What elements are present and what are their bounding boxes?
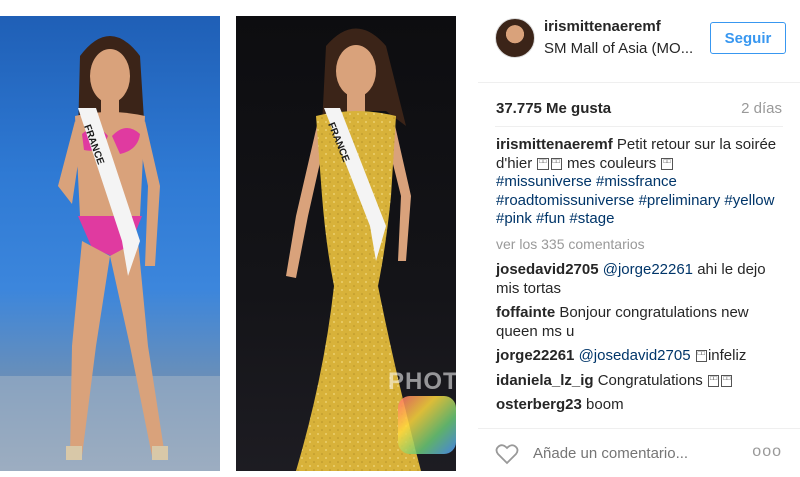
more-options-icon[interactable]: ooo (752, 443, 782, 461)
comments-list: irismittenaeremf Petit retour sur la soi… (496, 136, 786, 421)
add-comment-input[interactable] (531, 444, 725, 463)
post-username[interactable]: irismittenaeremf (544, 18, 661, 35)
post-image[interactable]: FRANCE FRANCE PHOT (0, 0, 466, 476)
photo-gown: FRANCE PHOTO (236, 16, 456, 471)
emoji-icon: □□ (661, 157, 673, 170)
caption: irismittenaeremf Petit retour sur la soi… (496, 136, 786, 229)
caption-hashtags[interactable]: #missuniverse #missfrance #roadtomissuni… (496, 173, 774, 227)
comment-text: Congratulations (593, 371, 707, 389)
likes-count[interactable]: 37.775 Me gusta (496, 100, 611, 117)
list-item: josedavid2705 @jorge22261 ahi le dejo mi… (496, 261, 786, 298)
comment-username[interactable]: osterberg23 (496, 396, 582, 413)
heart-icon[interactable] (495, 443, 519, 465)
avatar[interactable] (495, 18, 535, 58)
watermark-text: PHOTO (388, 368, 456, 395)
comment-username[interactable]: foffainte (496, 304, 555, 321)
emoji-icon: □□ (707, 374, 720, 387)
comment-text: infeliz (707, 347, 747, 364)
comment-bar: ooo (478, 428, 800, 477)
comment-mention[interactable]: @josedavid2705 (579, 347, 691, 364)
view-all-comments[interactable]: ver los 335 comentarios (496, 235, 786, 254)
caption-username[interactable]: irismittenaeremf (496, 136, 613, 153)
follow-button[interactable]: Seguir (710, 22, 786, 54)
comment-username[interactable]: jorge22261 (496, 347, 574, 364)
list-item: foffainte Bonjour congratulations new qu… (496, 304, 786, 341)
watermark-logo (398, 396, 456, 454)
emoji-icon: □□ (695, 350, 707, 363)
comment-username[interactable]: idaniela_lz_ig (496, 372, 594, 389)
comment-mention[interactable]: @jorge22261 (603, 261, 693, 278)
photo-swimsuit: FRANCE (0, 16, 220, 471)
emoji-icon: □□ (721, 374, 733, 387)
emoji-icon: □□ (537, 157, 549, 170)
swimsuit-figure: FRANCE (0, 36, 220, 471)
post-location[interactable]: SM Mall of Asia (MO... (544, 40, 693, 57)
comment-text: boom (581, 396, 624, 413)
list-item: jorge22261 @josedavid2705 □□ infeliz (496, 347, 786, 366)
post-header: irismittenaeremf SM Mall of Asia (MO... … (478, 0, 800, 83)
comment-username[interactable]: josedavid2705 (496, 261, 599, 278)
caption-text-b: mes couleurs (562, 154, 661, 172)
post-details: irismittenaeremf SM Mall of Asia (MO... … (478, 0, 800, 476)
emoji-icon: □□ (550, 157, 562, 170)
divider (495, 126, 783, 127)
post-date[interactable]: 2 días (741, 100, 782, 117)
list-item: osterberg23 boom (496, 396, 786, 415)
list-item: idaniela_lz_ig Congratulations □□ □□ (496, 372, 786, 391)
